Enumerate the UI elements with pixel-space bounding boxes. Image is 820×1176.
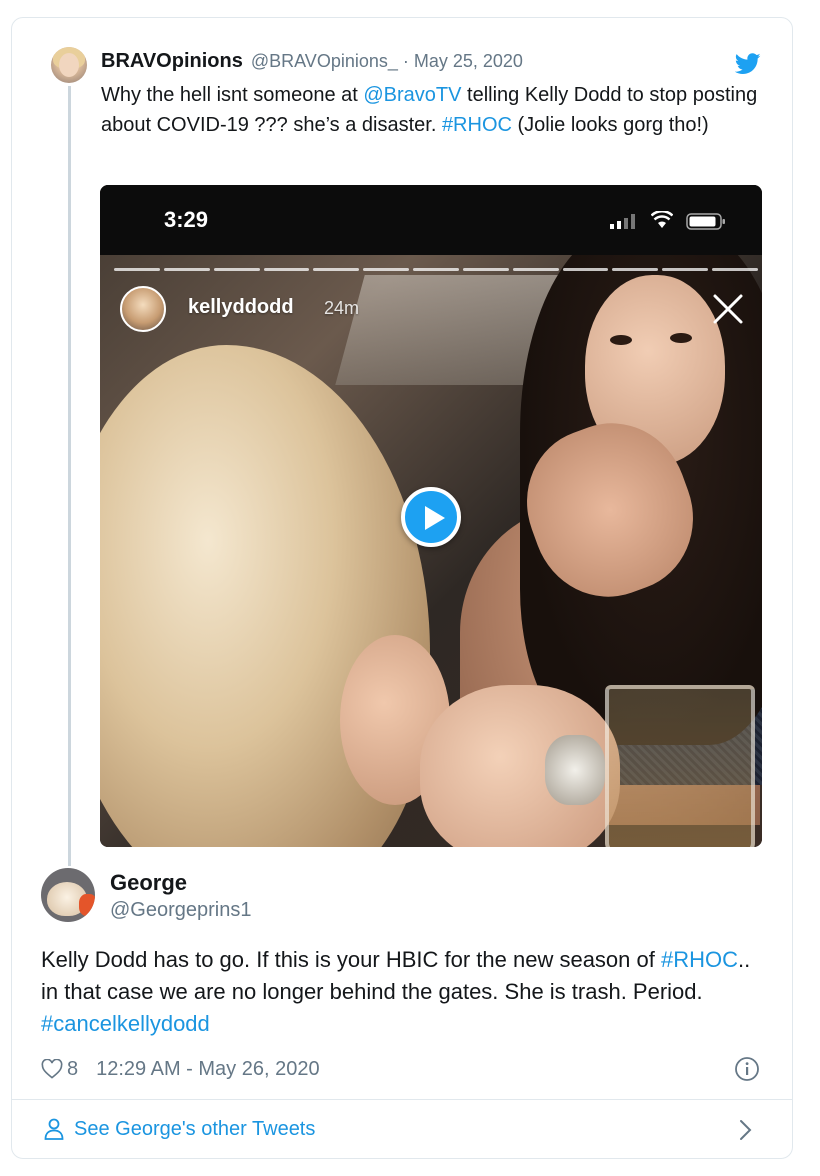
hashtag-link[interactable]: #RHOC: [442, 114, 512, 136]
battery-icon: [686, 213, 725, 230]
heart-icon[interactable]: [41, 1059, 63, 1079]
tweet-meta: 8 12:29 AM - May 26, 2020: [41, 1056, 320, 1082]
close-icon: [713, 294, 743, 324]
footer-divider: [12, 1099, 792, 1100]
quoted-tweet-date[interactable]: May 25, 2020: [414, 51, 523, 72]
signal-icon: [610, 214, 635, 229]
quoted-author-handle[interactable]: @BRAVOpinions_: [251, 51, 398, 72]
hashtag-link[interactable]: #RHOC: [661, 947, 738, 972]
like-count[interactable]: 8: [67, 1058, 78, 1081]
mention-link[interactable]: @BravoTV: [363, 84, 461, 106]
play-button[interactable]: [401, 487, 461, 547]
quoted-text-part: (Jolie looks gorg tho!): [511, 114, 709, 136]
quoted-tweet-header: BRAVOpinions @BRAVOpinions_ · May 25, 20…: [101, 50, 523, 76]
tweet-text-part: Kelly Dodd has to go. If this is your HB…: [41, 947, 661, 972]
wifi-icon: [651, 211, 673, 228]
see-other-tweets-link[interactable]: See George's other Tweets: [44, 1114, 315, 1144]
hashtag-link[interactable]: #cancelkellydodd: [41, 1011, 210, 1036]
video-frame: [100, 255, 762, 847]
quoted-author-avatar[interactable]: [51, 47, 87, 83]
info-icon[interactable]: [734, 1056, 760, 1082]
author-name[interactable]: George: [110, 870, 187, 896]
person-icon: [44, 1118, 64, 1140]
video-thumbnail[interactable]: 3:29 kellyddodd 24m: [100, 185, 762, 847]
author-avatar[interactable]: [41, 868, 95, 922]
quoted-text-part: Why the hell isnt someone at: [101, 84, 364, 106]
phone-time: 3:29: [164, 207, 209, 232]
author-handle[interactable]: @Georgeprins1: [110, 899, 251, 922]
header-separator: ·: [402, 51, 409, 71]
tweet-text: Kelly Dodd has to go. If this is your HB…: [41, 944, 761, 1040]
chevron-right-icon[interactable]: [738, 1118, 754, 1142]
story-username: kellyddodd: [188, 296, 294, 318]
twitter-bird-icon[interactable]: [735, 53, 761, 75]
story-avatar: [120, 286, 166, 332]
thread-line: [68, 86, 71, 866]
story-progress-bars: [114, 268, 758, 272]
play-icon: [425, 506, 445, 530]
see-other-tweets-label: See George's other Tweets: [74, 1117, 316, 1140]
quoted-author-name[interactable]: BRAVOpinions: [101, 50, 243, 73]
quoted-tweet-text: Why the hell isnt someone at @BravoTV te…: [101, 80, 766, 140]
tweet-timestamp[interactable]: 12:29 AM - May 26, 2020: [96, 1058, 319, 1081]
story-time: 24m: [324, 298, 360, 318]
